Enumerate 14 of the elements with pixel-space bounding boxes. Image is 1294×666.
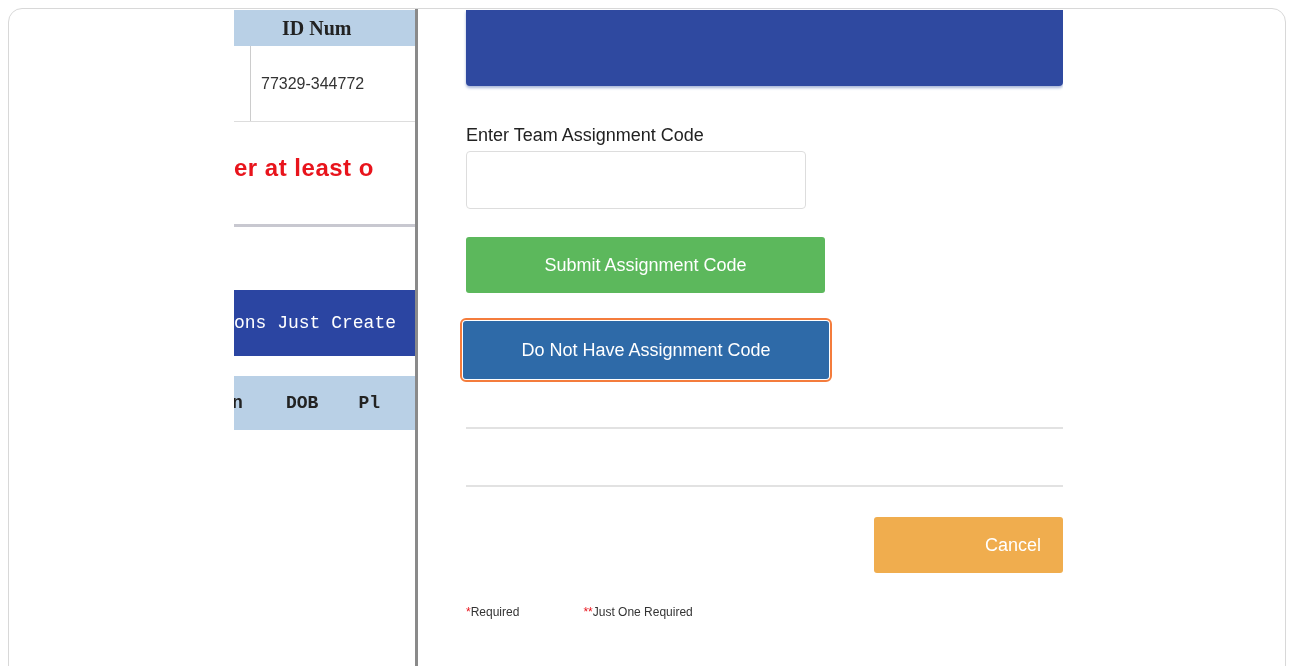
column-header: DOB: [286, 393, 319, 413]
legend-note: *Required: [466, 605, 520, 619]
table-cell: 77329-344772: [261, 74, 365, 93]
column-header: Pl: [358, 393, 380, 413]
column-header: n: [234, 393, 244, 413]
no-code-button[interactable]: Do Not Have Assignment Code: [463, 321, 829, 379]
banner-title: ons Just Create: [234, 313, 397, 333]
field-label: Enter Team Assignment Code: [466, 125, 705, 146]
legend-note: **Just One Required: [583, 605, 693, 619]
input-field[interactable]: [466, 151, 806, 209]
warning-text: er at least o: [234, 154, 374, 182]
column-header: ID Num: [282, 16, 352, 40]
cancel-button[interactable]: Cancel: [874, 517, 1063, 573]
submit-button[interactable]: Submit Assignment Code: [466, 237, 825, 293]
